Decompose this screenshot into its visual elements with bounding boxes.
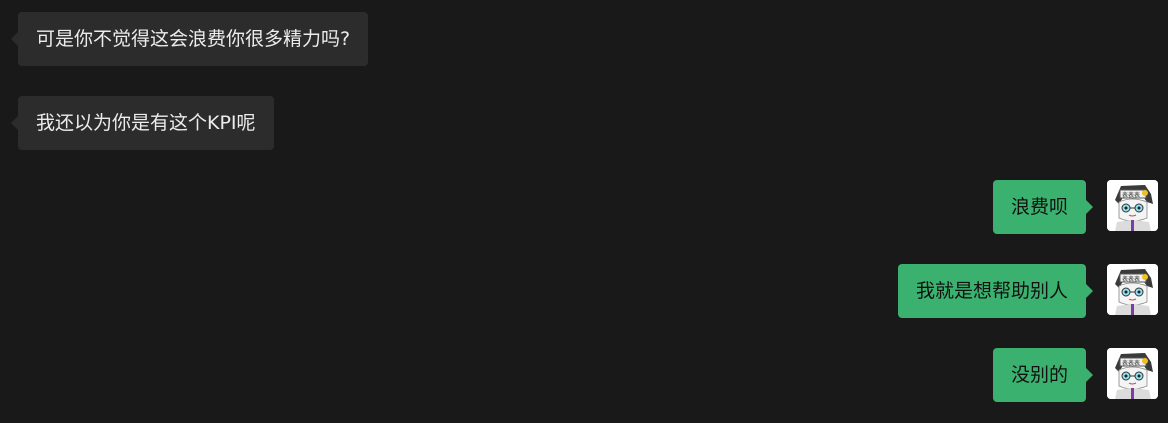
incoming-message-bubble[interactable]: 可是你不觉得这会浪费你很多精力吗? — [10, 12, 369, 66]
outgoing-message-bubble[interactable]: 没别的 — [992, 348, 1094, 402]
message-text: 没别的 — [1010, 364, 1068, 386]
message-text: 可是你不觉得这会浪费你很多精力吗? — [36, 28, 351, 50]
svg-text:表表表: 表表表 — [1122, 359, 1140, 367]
message-text: 我还以为你是有这个KPI呢 — [36, 112, 256, 134]
outgoing-message-bubble[interactable]: 浪费呗 — [992, 180, 1094, 234]
svg-text:表表表: 表表表 — [1122, 275, 1140, 283]
message-text: 我就是想帮助别人 — [915, 280, 1068, 302]
chat-window: 可是你不觉得这会浪费你很多精力吗? 我还以为你是有这个KPI呢 浪费呗 表表表 … — [0, 0, 1168, 423]
cartoon-avatar-icon[interactable]: 表表表 — [1107, 348, 1158, 399]
svg-text:表表表: 表表表 — [1122, 191, 1140, 199]
message-text: 浪费呗 — [1010, 196, 1068, 218]
incoming-message-bubble[interactable]: 我还以为你是有这个KPI呢 — [11, 96, 274, 150]
outgoing-message-bubble[interactable]: 我就是想帮助别人 — [897, 264, 1094, 318]
cartoon-avatar-icon[interactable]: 表表表 — [1107, 180, 1158, 231]
cartoon-avatar-icon[interactable]: 表表表 — [1107, 264, 1158, 315]
